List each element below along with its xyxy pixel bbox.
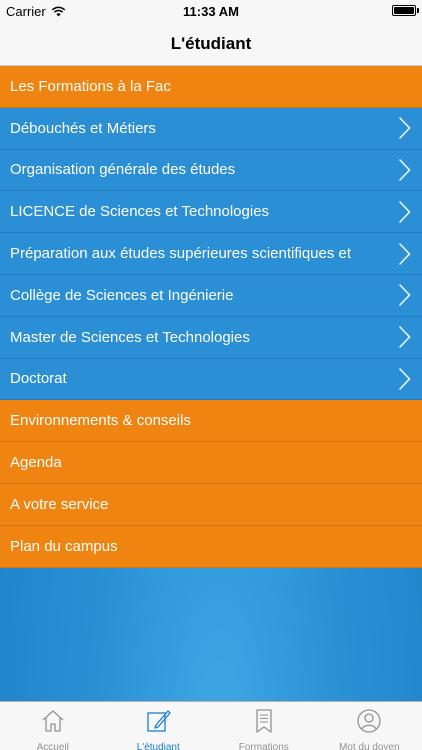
tab-bar: Accueil L'étudiant Formations Mot du doyen <box>0 701 422 750</box>
chevron-right-icon <box>398 200 411 223</box>
status-bar: Carrier 11:33 AM <box>0 0 422 22</box>
menu-item-row[interactable]: Débouchés et Métiers <box>0 107 422 150</box>
menu-row-label: Plan du campus <box>10 537 118 555</box>
battery-tip <box>417 8 419 13</box>
menu-row-label: Collège de Sciences et Ingénierie <box>10 286 234 304</box>
navigation-bar: L'étudiant <box>0 22 422 66</box>
tab-label: Formations <box>238 742 289 750</box>
menu-row-label: Débouchés et Métiers <box>10 119 156 137</box>
menu-list: Les Formations à la Fac Débouchés et Méti… <box>0 66 422 701</box>
bookmark-icon <box>249 706 279 741</box>
tab-item[interactable]: Formations <box>211 702 317 750</box>
tab-item[interactable]: Mot du doyen <box>317 702 422 750</box>
status-time: 11:33 AM <box>183 4 239 19</box>
tab-item[interactable]: Accueil <box>0 702 106 750</box>
menu-item-row[interactable]: Préparation aux études supérieures scien… <box>0 233 422 275</box>
menu-section-row[interactable]: Agenda <box>0 442 422 484</box>
chevron-right-icon <box>398 242 411 265</box>
chevron-right-icon <box>398 158 411 182</box>
page-title: L'étudiant <box>170 33 252 53</box>
menu-item-row[interactable]: Doctorat <box>0 358 422 401</box>
chevron-right-icon <box>398 284 411 307</box>
tab-label: L'étudiant <box>136 742 180 750</box>
user-icon <box>354 706 384 741</box>
chevron-right-icon <box>398 367 411 391</box>
note-edit-icon <box>143 706 173 741</box>
menu-item-row[interactable]: Organisation générale des études <box>0 149 422 192</box>
tab-item[interactable]: L'étudiant <box>106 702 212 750</box>
menu-row-label: Doctorat <box>10 370 67 388</box>
menu-section-row[interactable]: Plan du campus <box>0 525 422 568</box>
menu-row-label: Organisation générale des études <box>10 161 236 179</box>
menu-row-label: Environnements & conseils <box>10 412 191 430</box>
menu-item-row[interactable]: Master de Sciences et Technologies <box>0 316 422 359</box>
menu-row-label: A votre service <box>10 495 109 513</box>
menu-item-row[interactable]: LICENCE de Sciences et Technologies <box>0 191 422 234</box>
tab-label: Accueil <box>36 742 69 750</box>
menu-row-label: Master de Sciences et Technologies <box>10 328 250 346</box>
chevron-right-icon <box>398 326 411 349</box>
menu-row-label: LICENCE de Sciences et Technologies <box>10 203 270 221</box>
battery-icon <box>392 5 416 16</box>
menu-row-label: Préparation aux études supérieures scien… <box>10 245 352 263</box>
menu-section-row[interactable]: Les Formations à la Fac <box>0 66 422 108</box>
house-icon <box>38 706 68 741</box>
tab-label: Mot du doyen <box>338 742 400 750</box>
menu-section-row[interactable]: Environnements & conseils <box>0 400 422 443</box>
menu-row-label: Agenda <box>10 454 62 472</box>
chevron-right-icon <box>398 117 411 140</box>
menu-section-row[interactable]: A votre service <box>0 483 422 526</box>
menu-row-label: Les Formations à la Fac <box>10 77 171 95</box>
menu-item-row[interactable]: Collège de Sciences et Ingénierie <box>0 274 422 317</box>
